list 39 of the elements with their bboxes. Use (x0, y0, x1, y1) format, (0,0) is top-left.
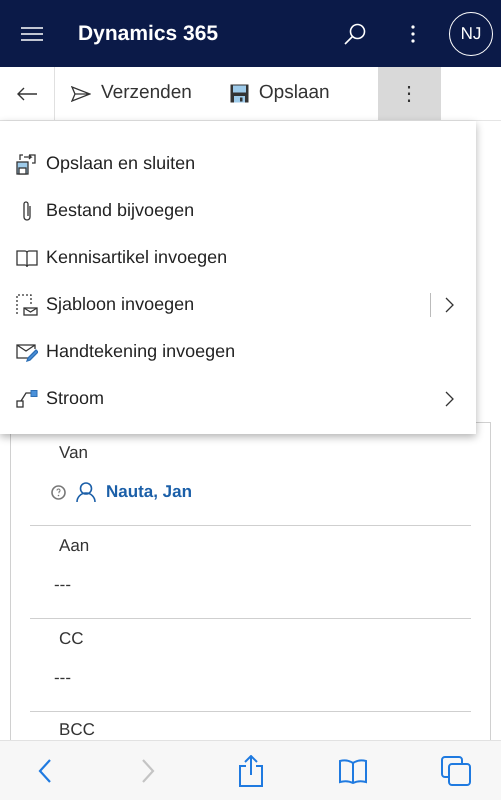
overflow-button[interactable]: ⋮ (378, 67, 441, 120)
field-value: --- (53, 667, 71, 689)
field-label: Van (58, 442, 88, 464)
more-icon (411, 24, 415, 42)
contact-link[interactable]: Nauta, Jan (106, 479, 192, 505)
save-icon (230, 84, 249, 103)
search-icon (344, 22, 366, 44)
menu-item[interactable]: Handtekening invoegen (0, 328, 476, 375)
envelope-pen-icon (16, 342, 38, 362)
send-icon (71, 86, 91, 102)
paperclip-icon (21, 200, 33, 222)
field-label: CC (58, 628, 84, 650)
template-envelope-icon (16, 294, 38, 316)
field-label: BCC (58, 719, 95, 741)
share-icon (238, 754, 264, 786)
forward-icon (140, 758, 155, 782)
back-icon (38, 758, 52, 782)
chevron-right-icon (445, 296, 454, 312)
save-button[interactable]: Opslaan (230, 67, 368, 120)
menu-item[interactable]: Kennisartikel invoegen (0, 234, 476, 281)
menu-item[interactable]: Opslaan en sluiten (0, 140, 476, 187)
menu-item[interactable]: Bestand bijvoegen (0, 187, 476, 234)
field-value: --- (53, 574, 71, 596)
flow-icon (16, 390, 38, 408)
help-icon (51, 484, 66, 500)
app-title: Dynamics 365 (78, 20, 218, 47)
menu-item[interactable]: Stroom (0, 375, 476, 422)
person-icon (76, 482, 96, 502)
chevron-right-icon (445, 390, 454, 406)
book-icon (338, 758, 368, 784)
book-icon (16, 248, 38, 268)
menu-item[interactable]: Sjabloon invoegen (0, 281, 476, 328)
save-close-icon (16, 152, 38, 174)
tabs-icon (441, 756, 471, 786)
field-label: Aan (58, 535, 90, 557)
user-avatar[interactable]: NJ (449, 12, 493, 56)
send-button[interactable]: Verzenden (71, 67, 230, 120)
menu-icon (21, 26, 43, 40)
back-arrow-icon (17, 86, 37, 100)
